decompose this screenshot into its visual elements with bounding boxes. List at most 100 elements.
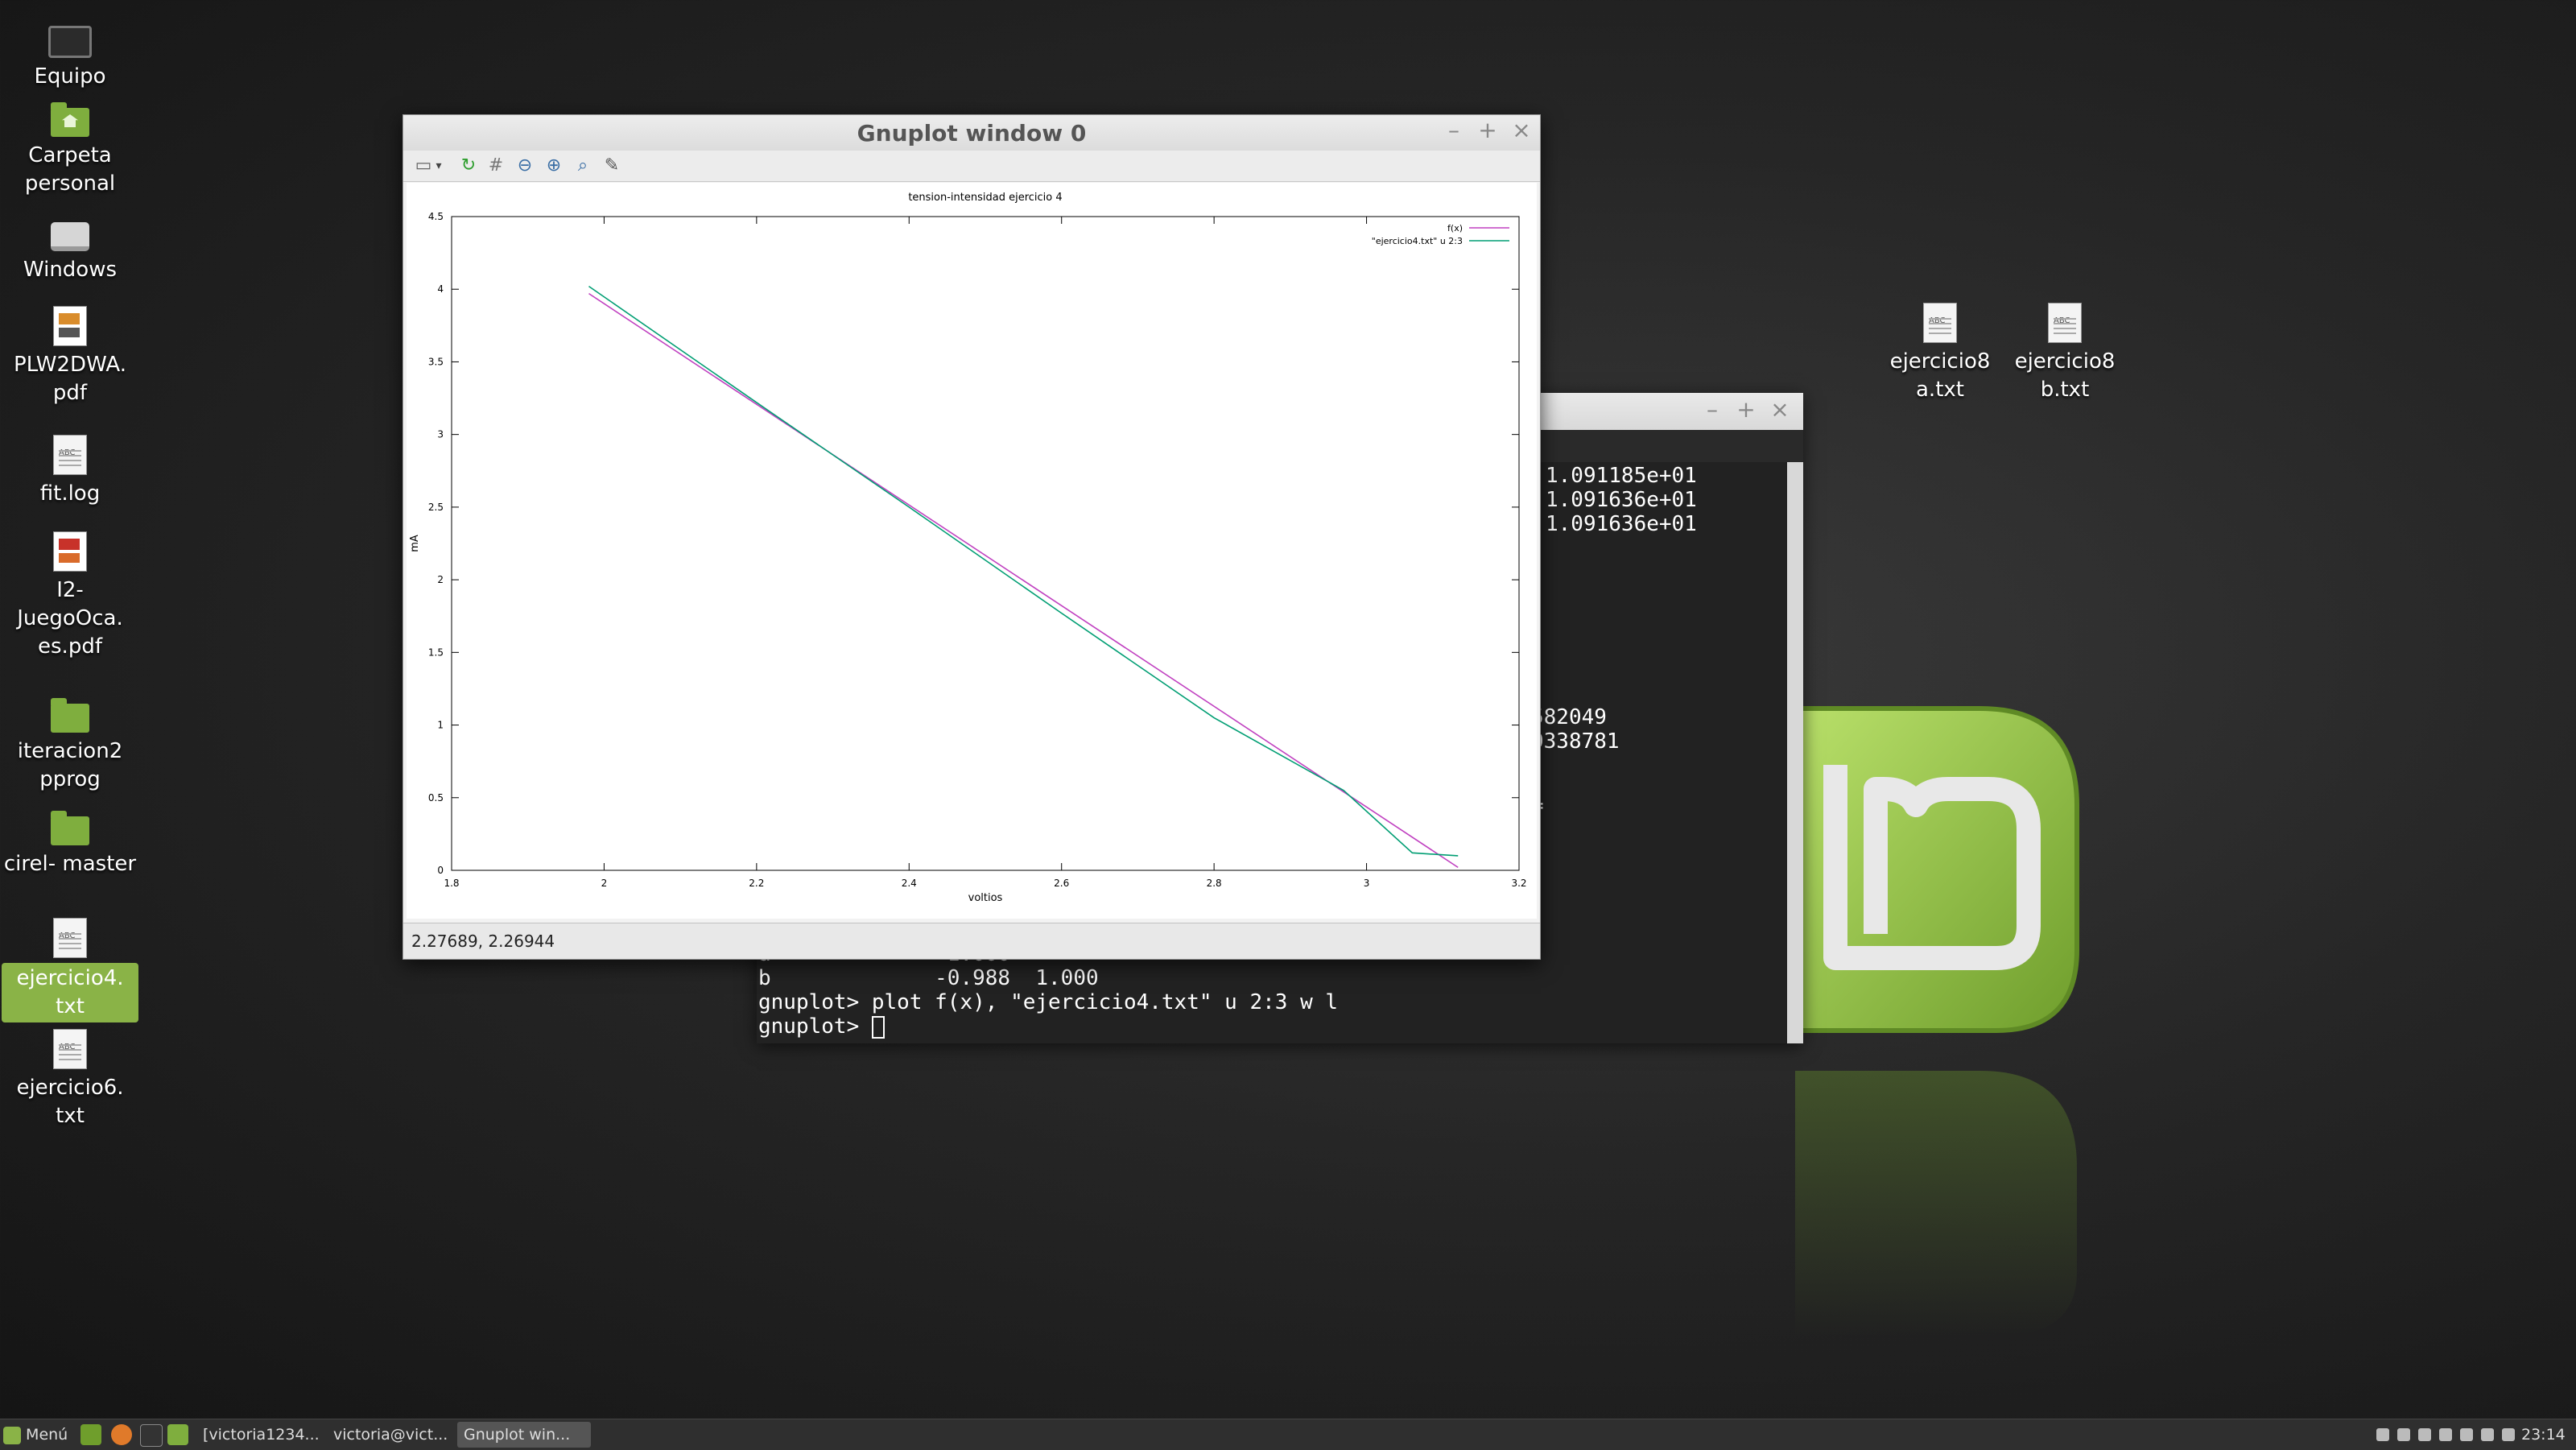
menu-label: Menú <box>26 1426 68 1444</box>
terminal-line: 1.091185e+01 <box>1546 464 1697 488</box>
chevron-down-icon[interactable]: ▾ <box>432 154 445 178</box>
zoom-previous-icon[interactable]: ⊖ <box>513 154 537 178</box>
volume-icon[interactable] <box>2460 1428 2473 1441</box>
y-axis-label: mA <box>409 535 421 552</box>
status-bar: 2.27689, 2.26944 <box>403 923 1540 959</box>
firefox-icon[interactable] <box>111 1424 132 1445</box>
desktop-icon-iteracion2pprog[interactable]: iteracion2 pprog <box>2 694 138 794</box>
desktop-icon-label: ejercicio8 a.txt <box>1889 349 1991 402</box>
taskbar: Menú [victoria1234... victoria@vict... G… <box>0 1419 2576 1450</box>
x-tick-label: 2.4 <box>902 878 917 889</box>
y-tick-label: 0 <box>437 865 444 876</box>
user-icon[interactable] <box>2376 1428 2389 1441</box>
desktop-icon-ejercicio8b-txt[interactable]: ABC ejercicio8 b.txt <box>1996 303 2133 404</box>
folder-icon <box>51 811 89 845</box>
pdf-file-icon <box>53 531 87 572</box>
text-file-icon: ABC <box>2048 303 2082 343</box>
bluetooth-icon[interactable] <box>2502 1428 2515 1441</box>
terminal-launcher-icon[interactable] <box>140 1424 163 1447</box>
zoom-next-icon[interactable]: ⊕ <box>542 154 566 178</box>
x-tick-label: 2.6 <box>1054 878 1069 889</box>
terminal-line: b -0.988 1.000 <box>758 966 1099 990</box>
mint-menu-icon <box>3 1426 21 1444</box>
maximize-icon[interactable]: + <box>1732 396 1760 423</box>
desktop-icon-cirel-master[interactable]: cirel- master <box>2 807 138 878</box>
battery-icon[interactable] <box>2481 1428 2494 1441</box>
desktop-icon-juegooca-pdf[interactable]: I2- JuegoOca. es.pdf <box>2 531 138 661</box>
text-file-icon: ABC <box>53 1029 87 1069</box>
folder-icon <box>51 698 89 733</box>
desktop-icon-label: Windows <box>23 258 118 282</box>
legend-label: "ejercicio4.txt" u 2:3 <box>1372 236 1463 246</box>
desktop-icon-label: cirel- master <box>3 852 137 876</box>
drive-icon <box>51 222 89 251</box>
clock: 23:14 <box>2521 1426 2566 1444</box>
series-line-2 <box>588 285 1459 857</box>
x-axis-label: voltios <box>968 892 1003 904</box>
minimize-icon[interactable]: – <box>1440 117 1468 143</box>
network-icon[interactable] <box>2439 1428 2452 1441</box>
window-title: Gnuplot window 0 <box>857 120 1087 147</box>
terminal-line: 1.091636e+01 <box>1546 512 1697 536</box>
text-file-icon: ABC <box>53 435 87 475</box>
gnuplot-titlebar[interactable]: Gnuplot window 0 – + × <box>403 115 1540 151</box>
maximize-icon[interactable]: + <box>1474 117 1501 143</box>
y-tick-label: 1.5 <box>428 647 444 658</box>
minimize-icon[interactable]: – <box>1699 396 1726 423</box>
x-tick-label: 2 <box>601 878 608 889</box>
terminal-line: 0338781 <box>1531 729 1620 754</box>
clipboard-icon[interactable] <box>2397 1428 2410 1441</box>
updates-icon[interactable] <box>2418 1428 2431 1441</box>
menu-button[interactable]: Menú <box>3 1422 76 1448</box>
desktop-icon-ejercicio8a-txt[interactable]: ABC ejercicio8 a.txt <box>1872 303 2008 404</box>
y-tick-label: 3.5 <box>428 356 444 367</box>
taskbar-task-terminal[interactable]: victoria@vict... <box>327 1422 460 1448</box>
text-file-icon: ABC <box>53 918 87 958</box>
desktop-icon-label: Equipo <box>34 64 106 89</box>
taskbar-task-browser[interactable]: [victoria1234... <box>196 1422 330 1448</box>
grid-icon[interactable]: # <box>484 154 508 178</box>
cursor-coordinates: 2.27689, 2.26944 <box>411 932 555 951</box>
plot-frame <box>451 216 1520 871</box>
desktop-icon-label: ejercicio8 b.txt <box>2014 349 2116 402</box>
gnuplot-window[interactable]: Gnuplot window 0 – + × ▭ ▾ ↻ # ⊖ ⊕ ⌕ ✎ t… <box>402 114 1541 960</box>
desktop-icon-ejercicio6-txt[interactable]: ABC ejercicio6. txt <box>2 1029 138 1130</box>
close-icon[interactable]: × <box>1766 396 1794 423</box>
gnuplot-toolbar: ▭ ▾ ↻ # ⊖ ⊕ ⌕ ✎ <box>403 151 1540 182</box>
desktop-icon-fit-log[interactable]: ABC fit.log <box>2 435 138 508</box>
terminal-prompt[interactable]: gnuplot> <box>758 1014 885 1039</box>
chart-title: tension-intensidad ejercicio 4 <box>908 192 1062 204</box>
y-tick-label: 1 <box>437 720 444 731</box>
y-tick-label: 4.5 <box>428 211 444 222</box>
desktop-icon-windows[interactable]: Windows <box>2 209 138 284</box>
home-folder-icon <box>51 102 89 137</box>
x-tick-label: 3.2 <box>1511 878 1526 889</box>
desktop-icon-label: Carpeta personal <box>24 143 116 196</box>
plot-area[interactable]: tension-intensidad ejercicio 4 voltios m… <box>407 183 1537 919</box>
taskbar-task-gnuplot[interactable]: Gnuplot win... <box>457 1422 591 1448</box>
y-tick-label: 0.5 <box>428 792 444 803</box>
desktop-icon-plw2dwa-pdf[interactable]: PLW2DWA. pdf <box>2 306 138 407</box>
terminal-scrollbar[interactable] <box>1787 462 1803 1043</box>
monitor-icon <box>48 26 92 58</box>
text-file-icon: ABC <box>1923 303 1957 343</box>
files-icon[interactable] <box>167 1424 188 1445</box>
settings-icon[interactable]: ✎ <box>600 154 624 178</box>
desktop-icon-equipo[interactable]: Equipo <box>2 18 138 91</box>
y-tick-label: 4 <box>437 283 444 295</box>
autoscale-icon[interactable]: ⌕ <box>571 154 595 178</box>
show-desktop-icon[interactable] <box>80 1424 101 1445</box>
legend-label: f(x) <box>1447 223 1463 233</box>
x-tick-label: 2.2 <box>749 878 764 889</box>
close-icon[interactable]: × <box>1508 117 1535 143</box>
desktop-icon-ejercicio4-txt[interactable]: ABC ejercicio4. txt <box>2 918 138 1022</box>
cursor <box>871 1015 885 1039</box>
desktop-icon-carpeta-personal[interactable]: Carpeta personal <box>2 98 138 198</box>
y-tick-label: 2 <box>437 574 444 585</box>
replot-icon[interactable]: ↻ <box>456 154 481 178</box>
terminal-command: gnuplot> plot f(x), "ejercicio4.txt" u 2… <box>758 990 1339 1014</box>
desktop-icon-label: I2- JuegoOca. es.pdf <box>17 578 123 659</box>
x-tick-label: 1.8 <box>444 878 459 889</box>
desktop-icon-label: iteracion2 pprog <box>17 739 123 791</box>
chart: tension-intensidad ejercicio 4 voltios m… <box>409 192 1527 904</box>
